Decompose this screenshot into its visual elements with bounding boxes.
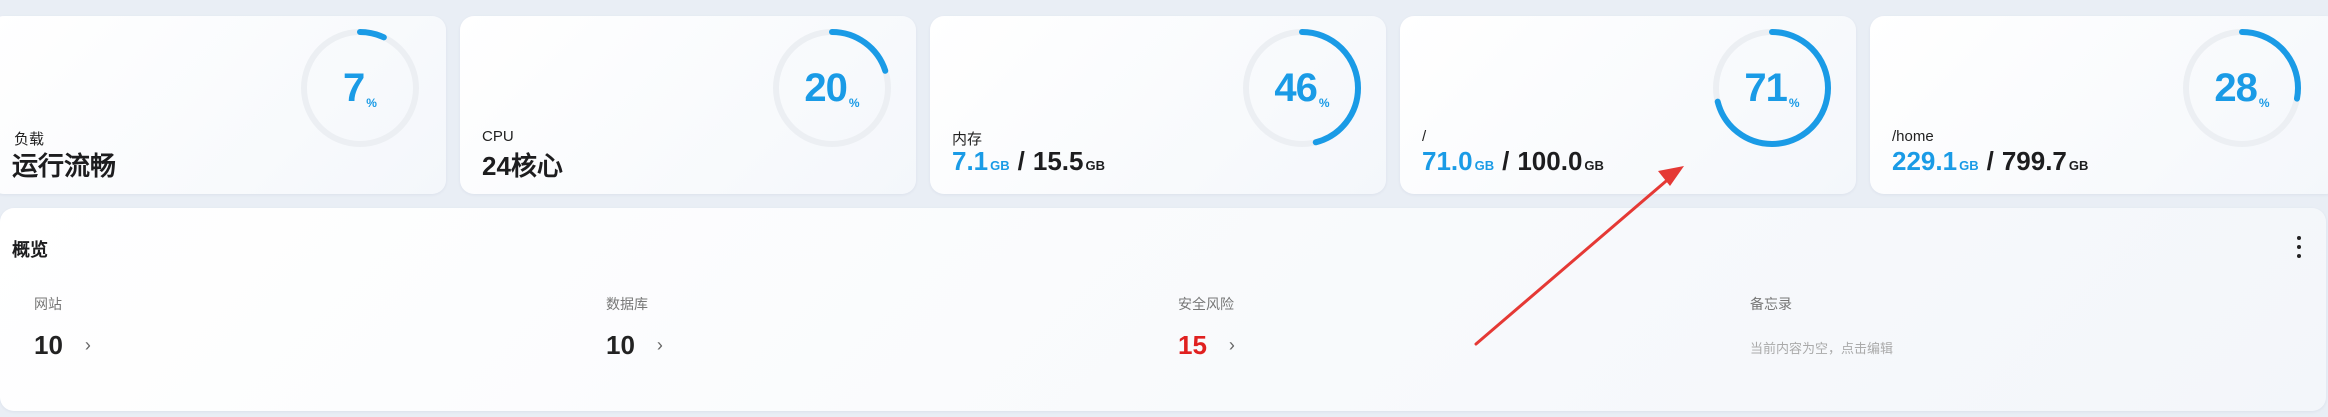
disk-root-used: 71.0: [1422, 146, 1473, 176]
memory-usage: 7.1 GB/15.5 GB: [952, 146, 1105, 177]
disk-root-card[interactable]: 71% / 71.0 GB/100.0 GB: [1400, 16, 1856, 194]
load-status: 运行流畅: [12, 151, 117, 181]
disk-root-percent: 71: [1744, 66, 1787, 110]
usage-separator: /: [1017, 146, 1025, 176]
memory-percent: 46: [1274, 66, 1317, 110]
memory-used-unit: GB: [990, 158, 1010, 173]
databases-count: 10: [606, 330, 635, 360]
disk-home-total: 799.7: [2001, 146, 2067, 176]
disk-home-percent: 28: [2214, 66, 2257, 110]
chevron-right-icon: ›: [84, 335, 91, 355]
more-options-icon[interactable]: [2296, 236, 2302, 258]
memo-label: 备忘录: [1750, 296, 1792, 312]
percent-unit: %: [1788, 96, 1800, 110]
memory-total-unit: GB: [1085, 158, 1106, 173]
websites-count: 10: [34, 330, 63, 360]
load-card[interactable]: 7% 负载 运行流畅: [0, 16, 446, 194]
cpu-cores: 24核心: [482, 151, 563, 181]
overview-item-websites: 网站 10 ›: [34, 294, 91, 361]
overview-item-security-risks: 安全风险 15 ›: [1178, 294, 1235, 361]
percent-unit: %: [2258, 96, 2270, 110]
chevron-right-icon: ›: [1228, 335, 1235, 355]
load-gauge: 7%: [298, 26, 422, 150]
disk-root-gauge: 71%: [1710, 26, 1834, 150]
cpu-gauge: 20%: [770, 26, 894, 150]
disk-home-card[interactable]: 28% /home 229.1 GB/799.7 GB: [1870, 16, 2328, 194]
cpu-card[interactable]: 20% CPU 24核心: [460, 16, 916, 194]
usage-separator: /: [1986, 146, 1994, 176]
cpu-label: CPU: [482, 128, 514, 145]
websites-label: 网站: [34, 296, 62, 312]
security-risks-label: 安全风险: [1178, 296, 1234, 312]
security-risks-link[interactable]: 15 ›: [1178, 330, 1235, 361]
usage-separator: /: [1502, 146, 1510, 176]
overview-item-databases: 数据库 10 ›: [606, 294, 663, 361]
databases-label: 数据库: [606, 296, 648, 312]
disk-home-total-unit: GB: [2068, 158, 2089, 173]
disk-root-total: 100.0: [1517, 146, 1583, 176]
disk-root-used-unit: GB: [1474, 158, 1495, 173]
disk-home-label: /home: [1892, 128, 1934, 145]
percent-unit: %: [1318, 96, 1330, 110]
percent-unit: %: [848, 96, 860, 110]
disk-root-total-unit: GB: [1584, 158, 1604, 173]
disk-home-usage: 229.1 GB/799.7 GB: [1892, 146, 2088, 177]
memory-card[interactable]: 46% 内存 7.1 GB/15.5 GB: [930, 16, 1386, 194]
memory-total: 15.5: [1032, 146, 1084, 176]
percent-unit: %: [366, 96, 377, 110]
memo-content[interactable]: 当前内容为空，点击编辑: [1750, 338, 1893, 357]
memory-used: 7.1: [952, 146, 989, 176]
load-percent: 7: [343, 66, 365, 110]
overview-panel: 概览 网站 10 › 数据库 10 › 安全风险 15 › 备忘录 当前内容为空…: [0, 208, 2326, 411]
disk-root-usage: 71.0 GB/100.0 GB: [1422, 146, 1604, 177]
databases-link[interactable]: 10 ›: [606, 330, 663, 361]
disk-home-used: 229.1: [1892, 146, 1958, 176]
websites-link[interactable]: 10 ›: [34, 330, 91, 361]
disk-home-used-unit: GB: [1959, 158, 1979, 173]
overview-item-memo: 备忘录 当前内容为空，点击编辑: [1750, 294, 1893, 357]
overview-title: 概览: [12, 240, 48, 260]
security-risks-count: 15: [1178, 330, 1207, 360]
memory-gauge: 46%: [1240, 26, 1364, 150]
chevron-right-icon: ›: [656, 335, 663, 355]
disk-root-label: /: [1422, 128, 1427, 145]
cpu-percent: 20: [804, 66, 847, 110]
disk-home-gauge: 28%: [2180, 26, 2304, 150]
